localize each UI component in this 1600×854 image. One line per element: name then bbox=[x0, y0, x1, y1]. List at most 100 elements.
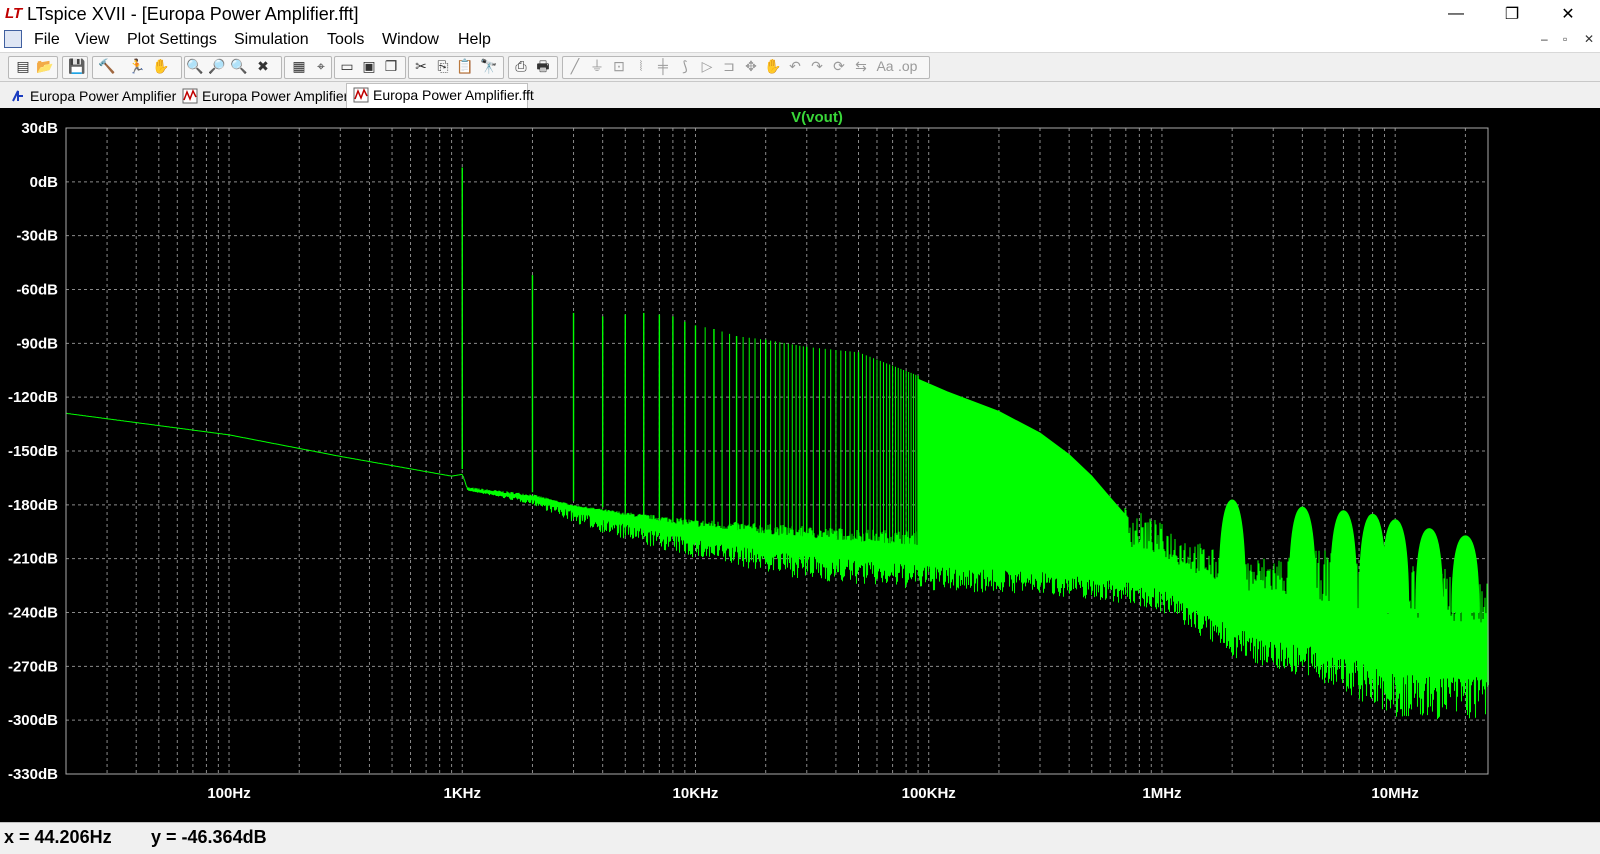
waveform-icon bbox=[353, 87, 369, 103]
sideband-lobe bbox=[1329, 510, 1358, 613]
menu-plot-settings[interactable]: Plot Settings bbox=[127, 31, 217, 49]
rotate-icon[interactable]: ⟳ bbox=[830, 57, 848, 75]
trace-label[interactable]: V(vout) bbox=[791, 109, 843, 126]
trace-dense-harmonics bbox=[917, 378, 1127, 567]
x-axis-labels: 100Hz 1KHz 10KHz 100KHz 1MHz 10MHz bbox=[207, 785, 1419, 802]
open-icon[interactable]: 📂 bbox=[36, 57, 54, 75]
copy-icon[interactable]: ⎘ bbox=[434, 57, 452, 75]
document-icon[interactable] bbox=[4, 30, 22, 48]
maximize-button[interactable]: ❐ bbox=[1484, 0, 1540, 28]
status-bar: x = 44.206Hz y = -46.364dB bbox=[0, 822, 1600, 854]
inductor-icon[interactable]: ⟆ bbox=[676, 57, 694, 75]
y-tick-label: -150dB bbox=[8, 443, 58, 460]
x-tick-label: 10KHz bbox=[673, 785, 719, 802]
mdi-minimize-button[interactable]: – bbox=[1541, 32, 1548, 46]
cursor-y-readout: y = -46.364dB bbox=[151, 827, 267, 847]
y-tick-label: -300dB bbox=[8, 712, 58, 729]
print-setup-icon[interactable]: ⎙ bbox=[512, 57, 530, 75]
ground-icon[interactable]: ⏚ bbox=[588, 57, 606, 75]
y-tick-label: -240dB bbox=[8, 605, 58, 622]
trace-noise-floor bbox=[65, 412, 1489, 720]
cursor-icon[interactable]: ⌖ bbox=[312, 57, 330, 75]
drag-icon[interactable]: ✋ bbox=[764, 57, 782, 75]
move-icon[interactable]: ✥ bbox=[742, 57, 760, 75]
tab-label: Europa Power Amplifier bbox=[30, 88, 177, 104]
x-tick-label: 1MHz bbox=[1142, 785, 1181, 802]
control-panel-icon[interactable]: 🔨 bbox=[98, 57, 116, 75]
zoom-cancel-icon[interactable]: ✖ bbox=[254, 57, 272, 75]
menu-window[interactable]: Window bbox=[382, 31, 439, 49]
y-tick-label: -210dB bbox=[8, 551, 58, 568]
y-axis-labels: 30dB 0dB -30dB -60dB -90dB -120dB -150dB -180dB… bbox=[8, 120, 58, 783]
minimize-button[interactable]: — bbox=[1428, 0, 1484, 28]
tile-horizontal-icon[interactable]: ▣ bbox=[360, 57, 378, 75]
mirror-icon[interactable]: ⇆ bbox=[852, 57, 870, 75]
y-tick-label: 0dB bbox=[30, 174, 59, 191]
y-tick-label: -30dB bbox=[16, 228, 58, 245]
y-tick-label: -180dB bbox=[8, 497, 58, 514]
ltspice-logo-icon: LT bbox=[5, 5, 23, 22]
sideband-lobe bbox=[1288, 506, 1317, 613]
y-tick-label: 30dB bbox=[21, 120, 58, 137]
mdi-close-button[interactable]: ✕ bbox=[1584, 32, 1594, 46]
trace-v-vout[interactable] bbox=[65, 167, 1489, 720]
cut-icon[interactable]: ✂ bbox=[412, 57, 430, 75]
text-icon[interactable]: Aa bbox=[876, 57, 894, 75]
x-tick-label: 100Hz bbox=[207, 785, 250, 802]
undo-icon[interactable]: ↶ bbox=[786, 57, 804, 75]
capacitor-icon[interactable]: ╪ bbox=[654, 57, 672, 75]
tab-bar: Europa Power Amplifier Europa Power Ampl… bbox=[0, 82, 1600, 108]
run-icon[interactable]: 🏃 bbox=[128, 57, 146, 75]
fft-plot[interactable]: 30dB 0dB -30dB -60dB -90dB -120dB -150dB -180dB… bbox=[0, 108, 1600, 822]
sideband-lobe bbox=[1381, 519, 1410, 613]
tab-waveform[interactable]: Europa Power Amplifier bbox=[176, 85, 348, 107]
menu-help[interactable]: Help bbox=[458, 31, 491, 49]
tab-label: Europa Power Amplifier bbox=[202, 88, 349, 104]
y-tick-label: -120dB bbox=[8, 389, 58, 406]
y-tick-label: -60dB bbox=[16, 282, 58, 299]
menu-view[interactable]: View bbox=[75, 31, 109, 49]
print-icon[interactable]: 🖶 bbox=[534, 57, 552, 75]
menu-tools[interactable]: Tools bbox=[327, 31, 364, 49]
close-button[interactable]: ✕ bbox=[1540, 0, 1596, 28]
redo-icon[interactable]: ↷ bbox=[808, 57, 826, 75]
halt-icon[interactable]: ✋ bbox=[152, 57, 170, 75]
sideband-lobe bbox=[1218, 499, 1247, 613]
tab-schematic[interactable]: Europa Power Amplifier bbox=[4, 85, 177, 107]
paste-icon[interactable]: 📋 bbox=[456, 57, 474, 75]
wire-icon[interactable]: ╱ bbox=[566, 57, 584, 75]
diode-icon[interactable]: ▷ bbox=[698, 57, 716, 75]
tab-label: Europa Power Amplifier.fft bbox=[373, 87, 534, 103]
cursor-x-readout: x = 44.206Hz bbox=[4, 827, 112, 847]
autorange-icon[interactable]: ▦ bbox=[290, 57, 308, 75]
y-tick-label: -270dB bbox=[8, 658, 58, 675]
y-tick-label: -90dB bbox=[16, 335, 58, 352]
x-tick-label: 100KHz bbox=[902, 785, 956, 802]
save-icon[interactable]: 💾 bbox=[68, 57, 86, 75]
menu-file[interactable]: File bbox=[34, 31, 60, 49]
window-title: LTspice XVII - [Europa Power Amplifier.f… bbox=[27, 4, 359, 24]
schematic-icon bbox=[12, 90, 23, 102]
mdi-restore-button[interactable]: ▫ bbox=[1563, 32, 1567, 46]
component-icon[interactable]: ⊐ bbox=[720, 57, 738, 75]
tab-fft[interactable]: Europa Power Amplifier.fft bbox=[346, 83, 534, 108]
menu-simulation[interactable]: Simulation bbox=[234, 31, 309, 49]
new-schematic-icon[interactable]: ▤ bbox=[14, 57, 32, 75]
y-tick-label: -330dB bbox=[8, 766, 58, 783]
sideband-lobe bbox=[1451, 535, 1480, 613]
cascade-icon[interactable]: ❐ bbox=[382, 57, 400, 75]
sideband-lobe bbox=[1415, 528, 1444, 613]
menu-bar: File View Plot Settings Simulation Tools… bbox=[0, 28, 1600, 52]
spice-directive-icon[interactable]: .op bbox=[898, 57, 917, 75]
waveform-icon bbox=[182, 88, 198, 104]
plot-pane[interactable]: 30dB 0dB -30dB -60dB -90dB -120dB -150dB -180dB… bbox=[0, 108, 1600, 822]
zoom-in-icon[interactable]: 🔍 bbox=[186, 57, 204, 75]
x-tick-label: 1KHz bbox=[443, 785, 481, 802]
zoom-out-icon[interactable]: 🔍 bbox=[230, 57, 248, 75]
zoom-area-icon[interactable]: 🔎 bbox=[208, 57, 226, 75]
x-tick-label: 10MHz bbox=[1371, 785, 1419, 802]
resistor-icon[interactable]: ⦚ bbox=[632, 57, 650, 75]
tile-vertical-icon[interactable]: ▭ bbox=[338, 57, 356, 75]
label-icon[interactable]: ⊡ bbox=[610, 57, 628, 75]
find-icon[interactable]: 🔭 bbox=[480, 57, 498, 75]
